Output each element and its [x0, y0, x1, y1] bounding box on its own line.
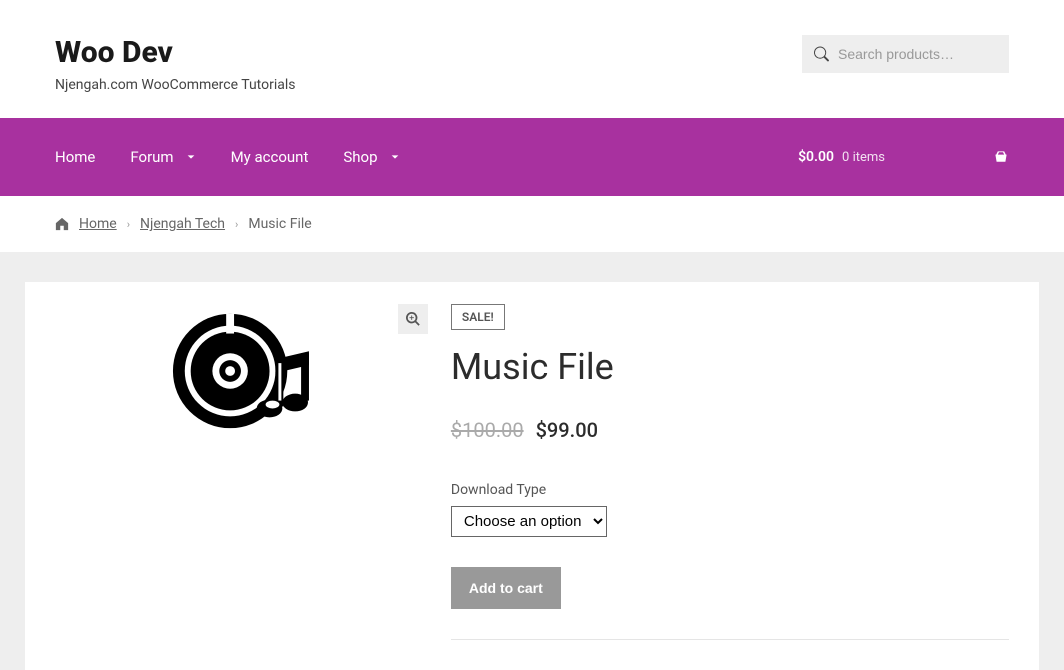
nav-label: My account — [231, 148, 309, 166]
old-price: $100.00 — [451, 418, 524, 442]
product-info: SALE! Music File $100.00 $99.00 Download… — [451, 282, 1039, 670]
variation-label: Download Type — [451, 482, 1009, 498]
site-tagline: Njengah.com WooCommerce Tutorials — [55, 77, 296, 93]
price-row: $100.00 $99.00 — [451, 418, 1009, 442]
breadcrumb-current: Music File — [248, 216, 311, 232]
nav-bar: Home Forum My account Shop $0.00 0 items — [0, 118, 1064, 196]
search-wrap — [802, 35, 1009, 73]
search-icon — [814, 47, 829, 62]
cart-items-count: 0 items — [842, 150, 885, 165]
nav-label: Home — [55, 148, 95, 166]
search-input[interactable] — [802, 35, 1009, 73]
chevron-down-icon — [186, 152, 196, 162]
breadcrumb-category[interactable]: Njengah Tech — [140, 216, 225, 232]
zoom-in-icon — [406, 312, 420, 326]
nav-item-myaccount[interactable]: My account — [231, 148, 309, 166]
breadcrumb: Home › Njengah Tech › Music File — [0, 196, 1064, 252]
product-image[interactable] — [35, 292, 441, 450]
breadcrumb-separator: › — [235, 218, 238, 231]
content-area: SALE! Music File $100.00 $99.00 Download… — [0, 252, 1064, 670]
home-icon — [55, 217, 69, 231]
nav-item-forum[interactable]: Forum — [130, 148, 195, 166]
sale-badge: SALE! — [451, 304, 505, 330]
cart-total: $0.00 — [798, 149, 834, 165]
divider — [451, 639, 1009, 640]
nav-item-shop[interactable]: Shop — [343, 148, 399, 166]
product-title: Music File — [451, 346, 1009, 388]
new-price: $99.00 — [536, 418, 598, 442]
nav-item-home[interactable]: Home — [55, 148, 95, 166]
cart-info[interactable]: $0.00 0 items — [798, 149, 1009, 165]
add-to-cart-button[interactable]: Add to cart — [451, 567, 561, 609]
nav-label: Forum — [130, 148, 173, 166]
basket-icon — [993, 149, 1009, 165]
chevron-down-icon — [390, 152, 400, 162]
site-title[interactable]: Woo Dev — [55, 35, 296, 71]
music-file-icon — [158, 302, 318, 440]
nav-menu: Home Forum My account Shop — [55, 148, 400, 166]
nav-label: Shop — [343, 148, 377, 166]
zoom-button[interactable] — [398, 304, 428, 334]
site-branding: Woo Dev Njengah.com WooCommerce Tutorial… — [55, 35, 296, 93]
product-card: SALE! Music File $100.00 $99.00 Download… — [25, 282, 1039, 670]
download-type-select[interactable]: Choose an option — [451, 506, 607, 537]
breadcrumb-separator: › — [127, 218, 130, 231]
product-image-column — [25, 282, 451, 670]
breadcrumb-home[interactable]: Home — [79, 216, 117, 232]
